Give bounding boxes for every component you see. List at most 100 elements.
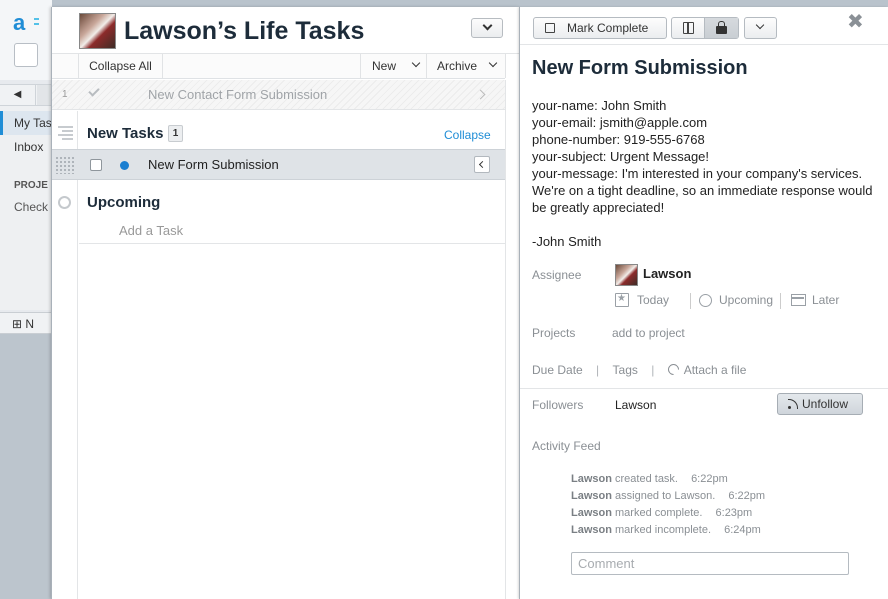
activity-entry: Lawson marked complete. 6:23pm <box>571 505 765 522</box>
description-line: phone-number: 919-555-6768 <box>532 132 705 147</box>
chevron-down-icon <box>411 58 421 68</box>
checkbox-icon <box>545 23 555 33</box>
schedule-today-label: Today <box>637 293 670 307</box>
chevron-down-icon <box>755 20 765 30</box>
completed-count: 1 <box>62 89 68 100</box>
description-line: your-email: jsmith@apple.com <box>532 115 708 130</box>
task-row[interactable]: New Form Submission <box>52 149 505 180</box>
new-button[interactable]: New <box>360 54 426 78</box>
detail-button-group <box>671 17 739 39</box>
task-detail-title[interactable]: New Form Submission <box>532 57 748 80</box>
activity-action: marked incomplete. <box>615 524 712 536</box>
collapse-section-link[interactable]: Collapse <box>444 128 491 142</box>
activity-action: assigned to Lawson. <box>615 490 716 502</box>
close-icon[interactable]: ✖ <box>847 12 864 32</box>
description-line: your-subject: Urgent Message! <box>532 149 710 164</box>
activity-action: marked complete. <box>615 507 703 519</box>
sidebar-item-inbox[interactable]: Inbox <box>0 135 52 159</box>
schedule-today-button[interactable]: Today <box>615 293 669 309</box>
detail-toolbar: Mark Complete ✖ <box>520 7 888 45</box>
add-to-project-link[interactable]: add to project <box>612 326 685 340</box>
background-sidebar: My Tasks Inbox PROJE Check <box>0 106 52 310</box>
unfollow-button[interactable]: Unfollow <box>777 393 863 415</box>
background-search-box[interactable] <box>14 43 38 67</box>
assignee-name[interactable]: Lawson <box>643 266 691 281</box>
separator: | <box>651 363 655 377</box>
unfollow-label: Unfollow <box>802 397 849 411</box>
schedule-later-button[interactable]: Later <box>780 293 839 309</box>
task-status-dot <box>120 161 129 170</box>
schedule-later-label: Later <box>812 293 840 307</box>
section-drag-handle[interactable] <box>58 126 73 142</box>
schedule-upcoming-label: Upcoming <box>719 293 774 307</box>
add-task-field[interactable]: Add a Task <box>119 223 183 238</box>
copy-button[interactable] <box>672 18 705 38</box>
activity-feed: Lawson created task. 6:22pm Lawson assig… <box>571 471 765 539</box>
tags-link[interactable]: Tags <box>613 363 638 377</box>
divider <box>520 388 888 389</box>
back-arrow-icon[interactable]: ◀ <box>0 85 36 105</box>
inbox-tray-icon <box>791 294 806 306</box>
background-app: a ◀ My Tasks Inbox PROJE Check ⊞ N <box>0 0 52 599</box>
rss-icon <box>788 399 798 409</box>
attach-file-link[interactable]: Attach a file <box>665 361 747 378</box>
list-toolbar: Collapse All New Archive <box>52 54 506 79</box>
activity-time: 6:24pm <box>724 524 761 536</box>
private-lock-button[interactable] <box>705 18 738 38</box>
schedule-upcoming-button[interactable]: Upcoming <box>690 293 773 309</box>
chevron-down-icon <box>488 58 498 68</box>
archive-button[interactable]: Archive <box>426 54 506 78</box>
background-new-button[interactable]: ⊞ N <box>12 315 34 333</box>
section-count-badge: 1 <box>168 125 183 142</box>
activity-action: created task. <box>615 473 678 485</box>
assignee-label: Assignee <box>532 268 582 282</box>
divider <box>79 243 505 244</box>
upcoming-circle-icon <box>58 196 71 209</box>
open-details-button[interactable] <box>474 156 490 173</box>
drag-handle-icon[interactable] <box>55 156 75 174</box>
description-line: your-message: I'm interested in your com… <box>532 166 873 215</box>
task-checkbox[interactable] <box>90 159 102 171</box>
background-overlay <box>0 334 52 599</box>
chevron-left-icon <box>478 160 487 169</box>
collapse-all-button[interactable]: Collapse All <box>78 54 163 78</box>
app-logo: a <box>13 10 26 35</box>
app-logo-mark <box>34 18 40 28</box>
section-title-upcoming: Upcoming <box>87 194 161 211</box>
background-new-label: N <box>25 317 35 331</box>
activity-entry: Lawson created task. 6:22pm <box>571 471 765 488</box>
comment-input[interactable] <box>571 552 849 575</box>
activity-time: 6:22pm <box>691 473 728 485</box>
copy-icon <box>683 22 694 34</box>
background-header: a <box>0 0 52 80</box>
task-detail-pane: Mark Complete ✖ New Form Submission your… <box>519 7 888 599</box>
new-button-label: New <box>372 59 397 73</box>
paperclip-icon <box>665 361 681 378</box>
task-list-pane: Lawson’s Life Tasks Collapse All New Arc… <box>51 7 519 599</box>
list-header: Lawson’s Life Tasks <box>52 7 519 54</box>
activity-user[interactable]: Lawson <box>571 473 612 485</box>
sidebar-item-my-tasks[interactable]: My Tasks <box>0 111 52 135</box>
followers-label: Followers <box>532 398 584 412</box>
task-title[interactable]: New Form Submission <box>148 157 279 172</box>
task-description[interactable]: your-name: John Smith your-email: jsmith… <box>532 97 877 250</box>
activity-user[interactable]: Lawson <box>571 507 612 519</box>
calendar-star-icon <box>615 293 629 307</box>
completed-task-row[interactable]: 1 New Contact Form Submission <box>52 80 505 110</box>
more-options-button[interactable] <box>744 17 777 39</box>
completed-task-title: New Contact Form Submission <box>148 87 328 102</box>
activity-user[interactable]: Lawson <box>571 490 612 502</box>
activity-entry: Lawson assigned to Lawson. 6:22pm <box>571 488 765 505</box>
activity-user[interactable]: Lawson <box>571 524 612 536</box>
due-date-link[interactable]: Due Date <box>532 363 583 377</box>
list-options-dropdown[interactable] <box>471 18 503 38</box>
sidebar-item-project[interactable]: Check <box>0 195 52 219</box>
page-title: Lawson’s Life Tasks <box>124 17 365 45</box>
follower-name[interactable]: Lawson <box>615 398 656 412</box>
section-title-new-tasks: New Tasks <box>87 125 164 142</box>
attach-file-label: Attach a file <box>683 363 747 377</box>
avatar <box>79 13 116 49</box>
description-line: your-name: John Smith <box>532 98 667 113</box>
mark-complete-button[interactable]: Mark Complete <box>533 17 667 39</box>
lock-icon <box>716 21 727 34</box>
